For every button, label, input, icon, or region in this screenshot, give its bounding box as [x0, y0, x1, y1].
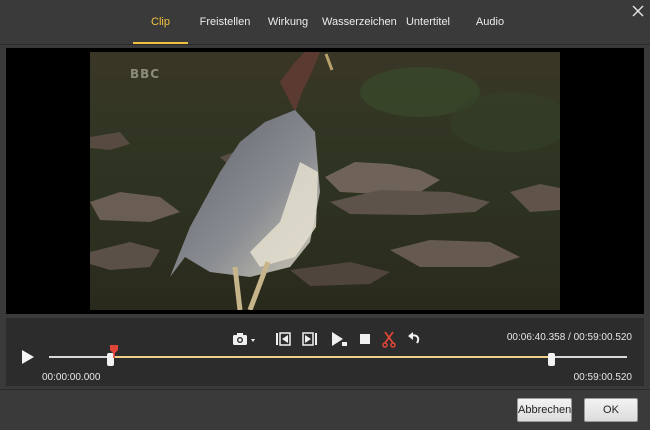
snapshot-button[interactable]: [231, 330, 259, 348]
clip-start-time: 00:00:00.000: [42, 372, 101, 383]
divider: [0, 44, 650, 45]
time-separator: /: [568, 332, 571, 343]
ok-button[interactable]: OK: [584, 398, 638, 422]
tab-bar: Clip Freistellen Wirkung Wasserzeichen U…: [0, 0, 650, 44]
current-time: 00:06:40.358: [506, 332, 566, 343]
cut-icon: [382, 331, 396, 348]
camera-icon: [233, 333, 255, 345]
playhead-marker-icon: [110, 345, 119, 358]
clip-end-time: 00:59:00.520: [573, 372, 632, 383]
next-frame-icon: [302, 332, 317, 346]
video-preview: BBC: [6, 48, 644, 314]
cut-button[interactable]: [379, 330, 401, 348]
previous-frame-icon: [276, 332, 291, 346]
tab-untertitel[interactable]: Untertitel: [400, 16, 456, 44]
video-still-image: [90, 52, 560, 310]
undo-icon: [408, 332, 420, 344]
undo-button[interactable]: [404, 330, 426, 348]
play-icon: [22, 350, 34, 364]
tab-audio[interactable]: Audio: [466, 16, 514, 44]
time-display: 00:06:40.358 / 00:59:00.520: [507, 332, 632, 343]
tab-list: Clip Freistellen Wirkung Wasserzeichen U…: [0, 0, 650, 44]
stop-icon: [360, 334, 370, 344]
player-controls: 00:06:40.358 / 00:59:00.520 00:00:00.000…: [6, 318, 644, 386]
tab-freistellen[interactable]: Freistellen: [196, 16, 254, 44]
timeline-track[interactable]: [49, 356, 627, 358]
play-button[interactable]: [20, 348, 36, 366]
previous-frame-button[interactable]: [273, 330, 295, 348]
clip-end-handle[interactable]: [548, 353, 556, 366]
next-frame-button[interactable]: [298, 330, 320, 348]
tab-wirkung[interactable]: Wirkung: [262, 16, 314, 44]
video-frame: BBC: [90, 52, 560, 310]
tab-clip[interactable]: Clip: [133, 16, 188, 44]
play-segment-icon: [332, 332, 347, 346]
footer-divider: [0, 389, 650, 390]
close-button[interactable]: [630, 3, 646, 19]
cancel-button[interactable]: Abbrechen: [517, 398, 572, 422]
watermark-logo: BBC: [130, 67, 161, 81]
play-segment-button[interactable]: [328, 330, 350, 348]
total-time: 00:59:00.520: [573, 332, 632, 343]
timeline-selection: [110, 356, 552, 358]
playhead[interactable]: [109, 344, 119, 358]
stop-button[interactable]: [355, 330, 377, 348]
tab-wasserzeichen[interactable]: Wasserzeichen: [322, 16, 397, 44]
close-icon: [632, 5, 644, 17]
